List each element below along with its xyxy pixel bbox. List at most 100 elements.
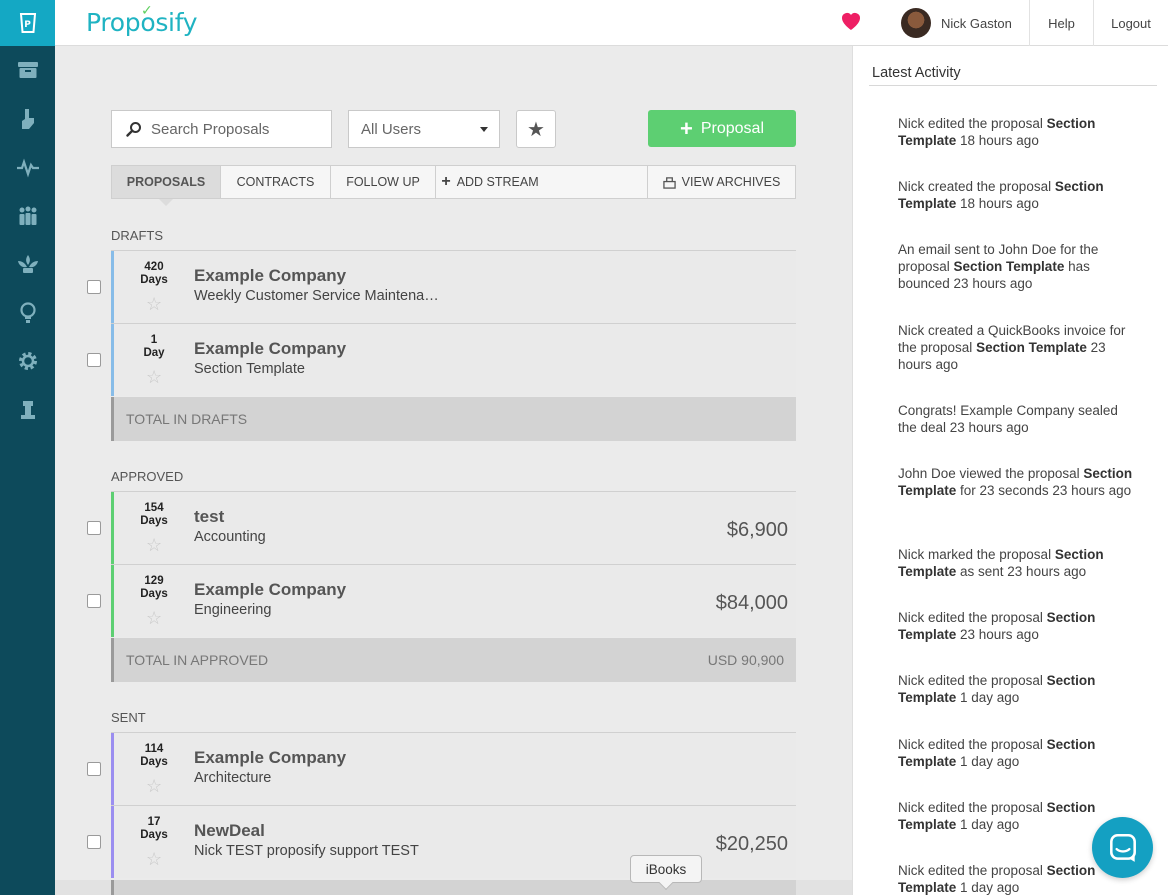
help-link[interactable]: Help xyxy=(1029,0,1093,46)
latest-activity-panel: Latest Activity Nick edited the proposal… xyxy=(852,46,1168,895)
row-title: Example Company xyxy=(194,748,347,767)
star-icon: ★ xyxy=(527,118,545,141)
search-icon xyxy=(126,122,141,137)
row-checkbox[interactable] xyxy=(87,353,101,367)
search-box xyxy=(111,110,332,148)
row-checkbox[interactable] xyxy=(87,280,101,294)
team-icon[interactable] xyxy=(0,192,55,241)
total-label: Total in Drafts xyxy=(126,411,248,427)
lotus-icon[interactable] xyxy=(0,240,55,289)
chat-icon xyxy=(1109,833,1136,862)
activity-item: John Doe viewed the proposal Section Tem… xyxy=(898,466,1133,498)
star-outline-icon[interactable]: ☆ xyxy=(146,777,162,795)
star-outline-icon[interactable]: ☆ xyxy=(146,295,162,313)
divider xyxy=(869,85,1157,86)
brand-logo[interactable]: Proposify ✓ xyxy=(86,3,198,37)
row-title: Example Company xyxy=(194,580,347,599)
row-checkbox[interactable] xyxy=(87,835,101,849)
row-title: NewDeal xyxy=(194,821,265,840)
tab-contracts[interactable]: Contracts xyxy=(221,166,331,198)
row-title: test xyxy=(194,507,225,526)
lightbulb-icon[interactable] xyxy=(0,289,55,338)
row-subtitle: Architecture xyxy=(194,770,272,786)
star-outline-icon[interactable]: ☆ xyxy=(146,536,162,554)
chess-rook-icon[interactable] xyxy=(0,386,55,435)
new-proposal-button[interactable]: + Proposal xyxy=(648,110,796,147)
table-row[interactable]: 114 Days ☆ Example Company Architecture xyxy=(111,732,796,805)
activity-item: Nick created a QuickBooks invoice for th… xyxy=(898,323,1126,372)
tab-view-archives[interactable]: View Archives xyxy=(647,166,795,198)
activity-item: Nick edited the proposal Section Templat… xyxy=(898,737,1096,769)
caret-down-icon xyxy=(480,127,488,132)
row-amount: $20,250 xyxy=(715,833,788,855)
left-nav-rail: P xyxy=(0,0,55,895)
top-header: Proposify ✓ Nick Gaston Help Logout xyxy=(55,0,1168,46)
row-subtitle: Section Template xyxy=(194,361,305,377)
total-label: Total in Approved xyxy=(126,652,269,668)
tab-label: Add Stream xyxy=(456,175,539,189)
section-title-approved: Approved xyxy=(111,469,184,484)
section-title-drafts: Drafts xyxy=(111,228,163,243)
status-bar xyxy=(111,251,114,323)
avatar xyxy=(901,8,931,38)
row-amount: $84,000 xyxy=(715,592,788,614)
user-name: Nick Gaston xyxy=(941,15,1012,31)
user-menu[interactable]: Nick Gaston xyxy=(901,4,1012,42)
star-outline-icon[interactable]: ☆ xyxy=(146,609,162,627)
row-checkbox[interactable] xyxy=(87,762,101,776)
heart-icon[interactable] xyxy=(839,9,863,33)
row-amount: $6,900 xyxy=(726,519,788,541)
row-title: Example Company xyxy=(194,339,347,358)
brand-check-icon: ✓ xyxy=(141,3,153,19)
row-subtitle: Engineering xyxy=(194,602,272,618)
total-approved: Total in Approved USD 90,900 xyxy=(111,638,796,682)
settings-gear-icon[interactable] xyxy=(0,337,55,386)
activity-item: Nick edited the proposal Section Templat… xyxy=(898,610,1096,642)
tab-label: Proposals xyxy=(126,175,206,189)
new-proposal-label: Proposal xyxy=(700,119,764,137)
tab-label: View Archives xyxy=(681,175,781,189)
tab-proposals[interactable]: Proposals xyxy=(112,166,221,206)
search-input[interactable] xyxy=(151,120,321,138)
days-count: 154 Days xyxy=(140,502,168,527)
total-amount: USD 90,900 xyxy=(707,652,784,668)
row-subtitle: Accounting xyxy=(194,529,266,545)
hand-icon[interactable] xyxy=(0,95,55,144)
status-bar xyxy=(111,492,114,564)
row-subtitle: Nick TEST proposify support TEST xyxy=(194,843,419,859)
chat-launcher-button[interactable] xyxy=(1092,817,1153,878)
days-count: 1 Day xyxy=(143,334,165,359)
favorites-star-button[interactable]: ★ xyxy=(516,110,556,148)
tab-label: Contracts xyxy=(236,175,315,189)
days-count: 420 Days xyxy=(140,261,168,286)
activity-pulse-icon[interactable] xyxy=(0,143,55,192)
activity-item: Nick marked the proposal Section Templat… xyxy=(898,547,1104,579)
tab-add-stream[interactable]: + Add Stream xyxy=(436,166,544,198)
scroll-fade xyxy=(55,880,852,895)
row-checkbox[interactable] xyxy=(87,521,101,535)
plus-icon: + xyxy=(441,173,451,190)
section-title-sent: Sent xyxy=(111,710,146,725)
status-bar xyxy=(111,806,114,878)
proposify-logo-icon[interactable]: P xyxy=(0,0,55,46)
activity-item: Nick created the proposal Section Templa… xyxy=(898,179,1104,211)
star-outline-icon[interactable]: ☆ xyxy=(146,368,162,386)
table-row[interactable]: 154 Days ☆ test Accounting $6,900 xyxy=(111,491,796,564)
users-filter-value: All Users xyxy=(361,120,422,138)
logout-link[interactable]: Logout xyxy=(1093,0,1168,46)
star-outline-icon[interactable]: ☆ xyxy=(146,850,162,868)
plus-icon: + xyxy=(679,115,693,141)
row-checkbox[interactable] xyxy=(87,594,101,608)
table-row[interactable]: 420 Days ☆ Example Company Weekly Custome… xyxy=(111,250,796,323)
stream-tabs: Proposals Contracts Follow Up + Add Stre… xyxy=(111,165,796,206)
activity-item: An email sent to John Doe for the propos… xyxy=(898,242,1099,291)
users-filter-select[interactable]: All Users xyxy=(348,110,500,148)
table-row[interactable]: 1 Day ☆ Example Company Section Template xyxy=(111,323,796,396)
table-row[interactable]: 129 Days ☆ Example Company Engineering $8… xyxy=(111,564,796,637)
activity-item: Congrats! Example Company sealed the dea… xyxy=(898,403,1118,435)
days-count: 129 Days xyxy=(140,575,168,600)
status-bar xyxy=(111,324,114,396)
archive-box-icon[interactable] xyxy=(0,46,55,95)
tab-follow-up[interactable]: Follow Up xyxy=(331,166,436,198)
total-drafts: Total in Drafts xyxy=(111,397,796,441)
